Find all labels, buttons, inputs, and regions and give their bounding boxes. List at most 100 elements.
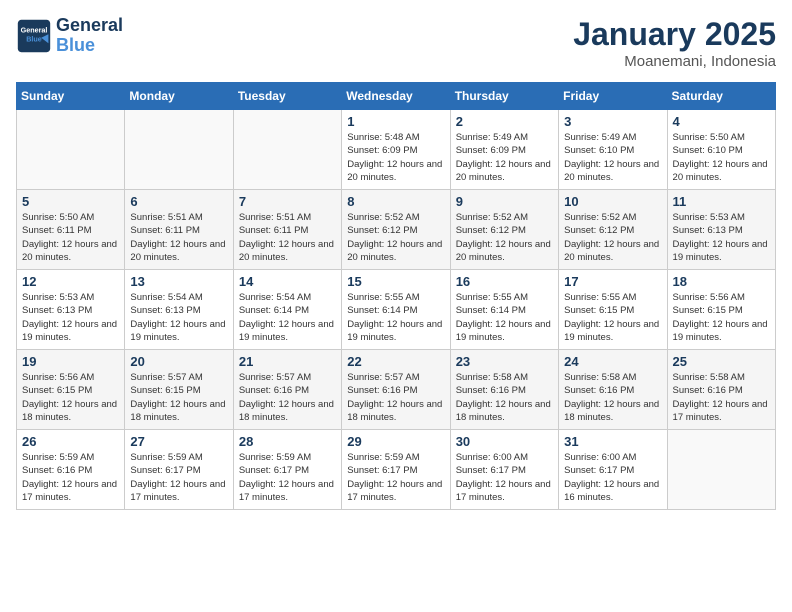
day-info: Sunrise: 5:58 AM Sunset: 6:16 PM Dayligh…	[673, 371, 770, 424]
calendar-week-row: 5 Sunrise: 5:50 AM Sunset: 6:11 PM Daylig…	[17, 190, 776, 270]
day-number: 11	[673, 194, 770, 209]
day-number: 2	[456, 114, 553, 129]
day-info: Sunrise: 5:50 AM Sunset: 6:11 PM Dayligh…	[22, 211, 119, 264]
calendar-body: 1 Sunrise: 5:48 AM Sunset: 6:09 PM Daylig…	[17, 110, 776, 510]
title-block: January 2025 Moanemani, Indonesia	[573, 16, 776, 70]
calendar-cell: 28 Sunrise: 5:59 AM Sunset: 6:17 PM Dayli…	[233, 430, 341, 510]
calendar-cell: 6Sunrise: 5:51 AM Sunset: 6:11 PM Daylig…	[125, 190, 233, 270]
day-number: 26	[22, 434, 119, 449]
calendar-cell: 3 Sunrise: 5:49 AM Sunset: 6:10 PM Daylig…	[559, 110, 667, 190]
calendar-cell: 29Sunrise: 5:59 AM Sunset: 6:17 PM Dayli…	[342, 430, 450, 510]
day-info: Sunrise: 5:59 AM Sunset: 6:16 PM Dayligh…	[22, 451, 119, 504]
month-year: January 2025	[573, 16, 776, 53]
day-info: Sunrise: 6:00 AM Sunset: 6:17 PM Dayligh…	[456, 451, 553, 504]
calendar-cell: 30 Sunrise: 6:00 AM Sunset: 6:17 PM Dayli…	[450, 430, 558, 510]
calendar-cell: 4 Sunrise: 5:50 AM Sunset: 6:10 PM Daylig…	[667, 110, 775, 190]
calendar-cell: 25 Sunrise: 5:58 AM Sunset: 6:16 PM Dayli…	[667, 350, 775, 430]
calendar-header: SundayMondayTuesdayWednesdayThursdayFrid…	[17, 83, 776, 110]
day-number: 3	[564, 114, 661, 129]
day-info: Sunrise: 5:57 AM Sunset: 6:15 PM Dayligh…	[130, 371, 227, 424]
calendar-cell: 18 Sunrise: 5:56 AM Sunset: 6:15 PM Dayli…	[667, 270, 775, 350]
calendar-week-row: 12 Sunrise: 5:53 AM Sunset: 6:13 PM Dayli…	[17, 270, 776, 350]
calendar-cell: 12 Sunrise: 5:53 AM Sunset: 6:13 PM Dayli…	[17, 270, 125, 350]
day-info: Sunrise: 5:57 AM Sunset: 6:16 PM Dayligh…	[347, 371, 444, 424]
day-number: 27	[130, 434, 227, 449]
day-number: 30	[456, 434, 553, 449]
day-number: 1	[347, 114, 444, 129]
day-info: Sunrise: 5:49 AM Sunset: 6:10 PM Dayligh…	[564, 131, 661, 184]
calendar-cell: 20 Sunrise: 5:57 AM Sunset: 6:15 PM Dayli…	[125, 350, 233, 430]
day-number: 4	[673, 114, 770, 129]
logo-text: GeneralBlue	[56, 16, 123, 56]
day-info: Sunrise: 5:59 AM Sunset: 6:17 PM Dayligh…	[239, 451, 336, 504]
day-info: Sunrise: 5:59 AM Sunset: 6:17 PM Dayligh…	[130, 451, 227, 504]
weekday-header: Saturday	[667, 83, 775, 110]
day-number: 10	[564, 194, 661, 209]
day-number: 25	[673, 354, 770, 369]
day-number: 13	[130, 274, 227, 289]
calendar-cell: 14Sunrise: 5:54 AM Sunset: 6:14 PM Dayli…	[233, 270, 341, 350]
day-number: 16	[456, 274, 553, 289]
calendar-cell	[233, 110, 341, 190]
day-info: Sunrise: 5:50 AM Sunset: 6:10 PM Dayligh…	[673, 131, 770, 184]
weekday-header: Monday	[125, 83, 233, 110]
svg-text:Blue: Blue	[26, 34, 42, 43]
day-number: 18	[673, 274, 770, 289]
calendar-cell: 7 Sunrise: 5:51 AM Sunset: 6:11 PM Daylig…	[233, 190, 341, 270]
day-info: Sunrise: 5:56 AM Sunset: 6:15 PM Dayligh…	[673, 291, 770, 344]
calendar-cell: 19 Sunrise: 5:56 AM Sunset: 6:15 PM Dayli…	[17, 350, 125, 430]
calendar-cell: 2 Sunrise: 5:49 AM Sunset: 6:09 PM Daylig…	[450, 110, 558, 190]
day-number: 19	[22, 354, 119, 369]
day-info: Sunrise: 5:59 AM Sunset: 6:17 PM Dayligh…	[347, 451, 444, 504]
day-number: 23	[456, 354, 553, 369]
calendar-cell: 16Sunrise: 5:55 AM Sunset: 6:14 PM Dayli…	[450, 270, 558, 350]
day-number: 28	[239, 434, 336, 449]
day-info: Sunrise: 5:49 AM Sunset: 6:09 PM Dayligh…	[456, 131, 553, 184]
day-number: 31	[564, 434, 661, 449]
day-info: Sunrise: 5:48 AM Sunset: 6:09 PM Dayligh…	[347, 131, 444, 184]
logo-icon: General Blue	[16, 18, 52, 54]
day-info: Sunrise: 5:58 AM Sunset: 6:16 PM Dayligh…	[564, 371, 661, 424]
calendar-cell: 15 Sunrise: 5:55 AM Sunset: 6:14 PM Dayli…	[342, 270, 450, 350]
location: Moanemani, Indonesia	[573, 53, 776, 70]
calendar-cell: 26 Sunrise: 5:59 AM Sunset: 6:16 PM Dayli…	[17, 430, 125, 510]
day-number: 12	[22, 274, 119, 289]
day-number: 5	[22, 194, 119, 209]
calendar-cell	[17, 110, 125, 190]
calendar-cell: 5 Sunrise: 5:50 AM Sunset: 6:11 PM Daylig…	[17, 190, 125, 270]
weekday-header: Friday	[559, 83, 667, 110]
calendar-cell: 21Sunrise: 5:57 AM Sunset: 6:16 PM Dayli…	[233, 350, 341, 430]
day-info: Sunrise: 5:53 AM Sunset: 6:13 PM Dayligh…	[22, 291, 119, 344]
day-number: 6	[130, 194, 227, 209]
logo: General Blue GeneralBlue	[16, 16, 123, 56]
weekday-header: Sunday	[17, 83, 125, 110]
day-info: Sunrise: 5:52 AM Sunset: 6:12 PM Dayligh…	[456, 211, 553, 264]
day-number: 9	[456, 194, 553, 209]
day-info: Sunrise: 5:53 AM Sunset: 6:13 PM Dayligh…	[673, 211, 770, 264]
day-info: Sunrise: 5:55 AM Sunset: 6:15 PM Dayligh…	[564, 291, 661, 344]
day-info: Sunrise: 5:51 AM Sunset: 6:11 PM Dayligh…	[239, 211, 336, 264]
day-number: 22	[347, 354, 444, 369]
calendar-cell	[667, 430, 775, 510]
day-number: 14	[239, 274, 336, 289]
weekday-header: Thursday	[450, 83, 558, 110]
calendar-week-row: 26 Sunrise: 5:59 AM Sunset: 6:16 PM Dayli…	[17, 430, 776, 510]
calendar-cell: 31Sunrise: 6:00 AM Sunset: 6:17 PM Dayli…	[559, 430, 667, 510]
calendar-week-row: 1 Sunrise: 5:48 AM Sunset: 6:09 PM Daylig…	[17, 110, 776, 190]
weekday-header: Tuesday	[233, 83, 341, 110]
day-info: Sunrise: 5:55 AM Sunset: 6:14 PM Dayligh…	[347, 291, 444, 344]
day-info: Sunrise: 5:58 AM Sunset: 6:16 PM Dayligh…	[456, 371, 553, 424]
day-info: Sunrise: 5:57 AM Sunset: 6:16 PM Dayligh…	[239, 371, 336, 424]
calendar-cell: 17Sunrise: 5:55 AM Sunset: 6:15 PM Dayli…	[559, 270, 667, 350]
calendar-cell: 23 Sunrise: 5:58 AM Sunset: 6:16 PM Dayli…	[450, 350, 558, 430]
day-number: 24	[564, 354, 661, 369]
day-info: Sunrise: 5:54 AM Sunset: 6:13 PM Dayligh…	[130, 291, 227, 344]
svg-text:General: General	[21, 25, 48, 34]
calendar-cell: 10Sunrise: 5:52 AM Sunset: 6:12 PM Dayli…	[559, 190, 667, 270]
day-info: Sunrise: 5:56 AM Sunset: 6:15 PM Dayligh…	[22, 371, 119, 424]
calendar-cell: 24 Sunrise: 5:58 AM Sunset: 6:16 PM Dayli…	[559, 350, 667, 430]
calendar-table: SundayMondayTuesdayWednesdayThursdayFrid…	[16, 82, 776, 510]
day-number: 15	[347, 274, 444, 289]
day-number: 20	[130, 354, 227, 369]
day-number: 7	[239, 194, 336, 209]
